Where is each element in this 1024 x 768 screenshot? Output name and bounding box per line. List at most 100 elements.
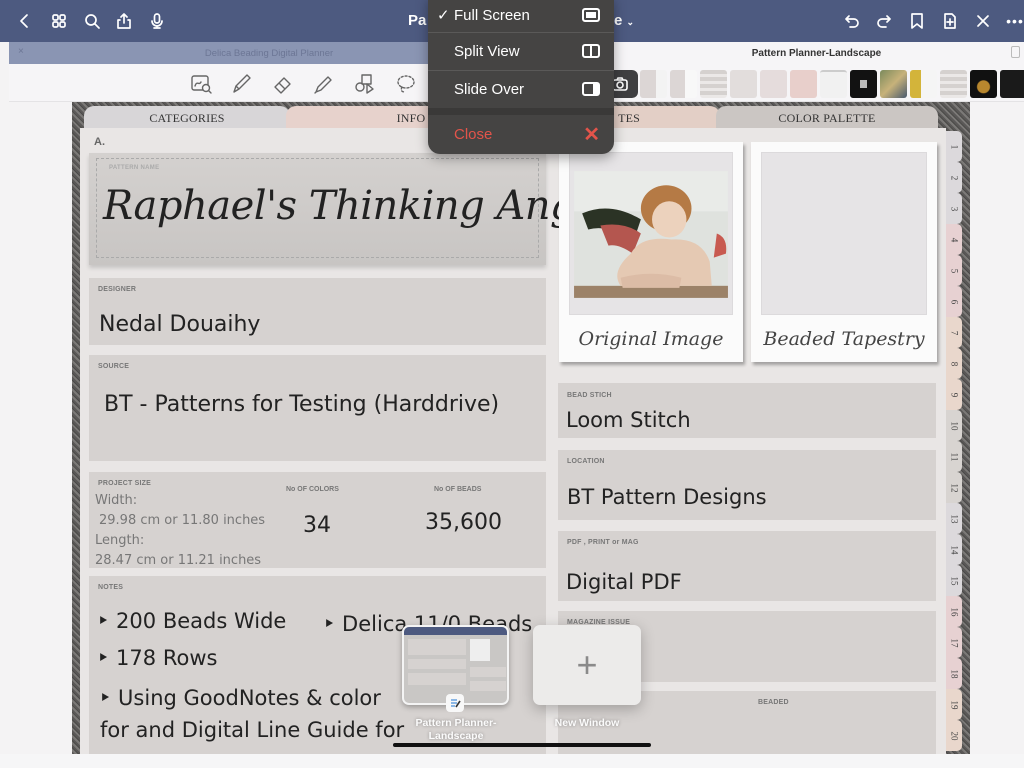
page-number-tab[interactable]: 11	[946, 441, 962, 472]
page-thumbnail[interactable]	[760, 70, 787, 98]
project-size-label: PROJECT SIZE	[98, 480, 151, 487]
page-number-tab[interactable]: 3	[946, 193, 962, 224]
designer-value: Nedal Douaihy	[99, 312, 261, 337]
angel-painting-image	[574, 171, 728, 298]
menu-split-view[interactable]: Split View	[428, 32, 614, 70]
close-icon[interactable]	[972, 10, 994, 32]
checkmark-icon: ✓	[437, 7, 450, 24]
page-thumbnail[interactable]	[850, 70, 877, 98]
page-number-tab[interactable]: 10	[946, 410, 962, 441]
bead-stitch-field[interactable]: BEAD STICH Loom Stitch	[558, 383, 936, 438]
add-page-icon[interactable]	[939, 10, 961, 32]
page-thumbnail[interactable]	[880, 70, 907, 98]
image-zoom-icon[interactable]	[189, 72, 213, 96]
page-thumbnail[interactable]	[940, 70, 967, 98]
page-thumbnail[interactable]	[1000, 70, 1024, 98]
undo-icon[interactable]	[841, 10, 863, 32]
split-tab-icon[interactable]	[1011, 46, 1020, 58]
menu-close[interactable]: Close ✕	[428, 115, 614, 153]
format-field[interactable]: PDF , PRINT or MAG Digital PDF	[558, 531, 936, 601]
page-number-tab[interactable]: 14	[946, 534, 962, 565]
page-thumbnail[interactable]	[730, 70, 757, 98]
page-number-tab[interactable]: 20	[946, 720, 962, 751]
pen-icon[interactable]	[229, 72, 253, 96]
page-thumbnail[interactable]	[670, 70, 697, 98]
menu-separator	[428, 108, 614, 115]
pattern-name-field[interactable]: PATTERN NAME Raphael's Thinking Angel	[89, 153, 611, 265]
page-number-label: 5	[949, 268, 959, 273]
window-menu: ✓ Full Screen Split View Slide Over Clos…	[428, 0, 614, 154]
page-number-tab[interactable]: 16	[946, 596, 962, 627]
home-indicator[interactable]	[393, 743, 651, 747]
beaded-tapestry-caption: Beaded Tapestry	[763, 328, 925, 350]
page-number-tab[interactable]: 13	[946, 503, 962, 534]
page-number-label: 4	[949, 237, 959, 242]
page-number-tab[interactable]: 8	[946, 348, 962, 379]
thumbnail-image	[470, 639, 490, 661]
page-number-tab[interactable]: 9	[946, 379, 962, 410]
full-screen-icon	[582, 8, 600, 22]
thumbnail-field	[408, 673, 466, 685]
highlighter-icon[interactable]	[311, 72, 335, 96]
eraser-icon[interactable]	[271, 72, 295, 96]
page-thumbnail[interactable]	[970, 70, 997, 98]
page-number-tab[interactable]: 15	[946, 565, 962, 596]
location-field[interactable]: LOCATION BT Pattern Designs	[558, 450, 936, 520]
page-thumbnail[interactable]	[640, 70, 667, 98]
tab-close-icon[interactable]: ×	[18, 46, 24, 57]
page-number-tab[interactable]: 17	[946, 627, 962, 658]
tab-categories[interactable]: CATEGORIES	[84, 106, 290, 130]
redo-icon[interactable]	[873, 10, 895, 32]
page-number-label: 2	[949, 175, 959, 180]
page-number-label: 3	[949, 206, 959, 211]
plus-icon: +	[576, 644, 598, 685]
location-label: LOCATION	[567, 458, 605, 465]
beaded-tapestry-placeholder	[761, 152, 927, 315]
menu-full-screen[interactable]: ✓ Full Screen	[428, 0, 614, 34]
page-number-tab[interactable]: 6	[946, 286, 962, 317]
page-number-tab[interactable]: 18	[946, 658, 962, 689]
page-number-tab[interactable]: 5	[946, 255, 962, 286]
tab-title: Delica Beading Digital Planner	[204, 47, 334, 59]
source-label: SOURCE	[98, 363, 130, 370]
page-number-tab[interactable]: 1	[946, 131, 962, 162]
original-image-card[interactable]: Original Image	[559, 142, 743, 362]
page-number-label: 15	[949, 576, 959, 585]
slide-over-icon	[582, 82, 600, 96]
bookmark-icon[interactable]	[906, 10, 928, 32]
page-thumbnail[interactable]	[700, 70, 727, 98]
document-title[interactable]: Pa	[408, 12, 426, 29]
page-number-tab[interactable]: 12	[946, 472, 962, 503]
thumbnail-field	[470, 681, 506, 691]
more-icon[interactable]: •••	[1004, 10, 1024, 32]
shelf-window-pattern-planner[interactable]	[402, 625, 509, 705]
bead-stitch-value: Loom Stitch	[566, 408, 691, 432]
beaded-tapestry-card[interactable]: Beaded Tapestry	[751, 142, 937, 362]
page-number-tab[interactable]: 4	[946, 224, 962, 255]
lasso-icon[interactable]	[394, 72, 418, 96]
shapes-icon[interactable]	[353, 72, 377, 96]
page-thumbnail[interactable]	[910, 70, 937, 98]
page-number-tab[interactable]: 19	[946, 689, 962, 720]
page-thumbnail[interactable]	[820, 70, 847, 98]
pattern-name-label: PATTERN NAME	[109, 165, 160, 171]
page-number-tab[interactable]: 2	[946, 162, 962, 193]
colors-value: 34	[303, 513, 331, 538]
page-number-tab[interactable]: 7	[946, 317, 962, 348]
back-icon[interactable]	[14, 10, 36, 32]
microphone-icon[interactable]	[146, 10, 168, 32]
tab-color-palette[interactable]: COLOR PALETTE	[716, 106, 938, 130]
share-icon[interactable]	[113, 10, 135, 32]
grid-icon[interactable]	[48, 10, 70, 32]
original-image-caption: Original Image	[578, 328, 724, 350]
split-view-icon	[582, 44, 600, 58]
search-icon[interactable]	[81, 10, 103, 32]
shelf-window-label-line1: Pattern Planner-	[415, 717, 497, 729]
project-size-field[interactable]: PROJECT SIZE Width: 29.98 cm or 11.80 in…	[89, 472, 546, 568]
source-field[interactable]: SOURCE BT - Patterns for Testing (Harddr…	[89, 355, 546, 461]
menu-slide-over[interactable]: Slide Over	[428, 70, 614, 108]
document-title-tail[interactable]: e ⌄	[614, 12, 634, 29]
designer-field[interactable]: DESIGNER Nedal Douaihy	[89, 278, 546, 345]
page-thumbnail[interactable]	[790, 70, 817, 98]
new-window-button[interactable]: +	[533, 625, 641, 705]
